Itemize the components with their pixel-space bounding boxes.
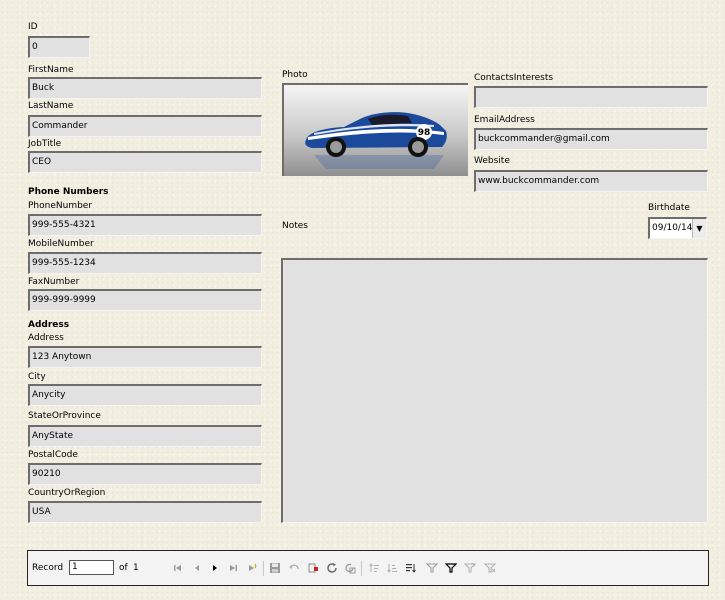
website-field[interactable]: www.buckcommander.com — [474, 170, 708, 192]
notes-label: Notes — [282, 221, 308, 231]
website-label: Website — [474, 156, 510, 166]
delete-record-icon[interactable] — [307, 562, 319, 574]
id-label: ID — [28, 22, 38, 32]
phone-numbers-heading: Phone Numbers — [28, 187, 109, 197]
birthdate-label: Birthdate — [648, 203, 690, 213]
autofilter-icon[interactable] — [426, 562, 438, 574]
sort-descending-icon[interactable] — [386, 562, 398, 574]
record-navigation-bar: Record 1 of 1 — [27, 550, 709, 586]
car-photo: 98 — [284, 85, 468, 176]
total-records: 1 — [133, 563, 139, 573]
address-label: Address — [28, 333, 64, 343]
refresh-icon[interactable] — [326, 562, 338, 574]
contactsinterests-field[interactable] — [474, 86, 708, 108]
faxnumber-label: FaxNumber — [28, 277, 80, 287]
stateorprovince-field[interactable]: AnyState — [28, 425, 262, 447]
last-record-icon[interactable] — [227, 562, 239, 574]
chevron-down-icon: ▼ — [696, 224, 703, 233]
photo-label: Photo — [282, 70, 308, 80]
mobilenumber-label: MobileNumber — [28, 239, 94, 249]
postalcode-field[interactable]: 90210 — [28, 463, 262, 485]
id-field[interactable]: 0 — [28, 36, 90, 58]
contactsinterests-label: ContactsInterests — [474, 73, 554, 83]
city-field[interactable]: Anycity — [28, 384, 262, 406]
countryorregion-label: CountryOrRegion — [28, 488, 106, 498]
new-record-icon[interactable] — [246, 562, 258, 574]
address-heading: Address — [28, 320, 70, 330]
apply-filter-icon[interactable] — [445, 562, 457, 574]
jobtitle-label: JobTitle — [28, 139, 62, 149]
car-number-text: 98 — [418, 128, 431, 138]
faxnumber-field[interactable]: 999-999-9999 — [28, 289, 262, 311]
address-field[interactable]: 123 Anytown — [28, 346, 262, 368]
postalcode-label: PostalCode — [28, 450, 78, 460]
firstname-label: FirstName — [28, 65, 74, 75]
jobtitle-field[interactable]: CEO — [28, 151, 262, 173]
phonenumber-field[interactable]: 999-555-4321 — [28, 214, 262, 236]
record-label: Record — [32, 563, 64, 573]
emailaddress-label: EmailAddress — [474, 115, 535, 125]
birthdate-value: 09/10/14 — [652, 223, 693, 233]
mobilenumber-field[interactable]: 999-555-1234 — [28, 252, 262, 274]
birthdate-dropdown-button[interactable]: ▼ — [692, 219, 706, 238]
previous-record-icon[interactable] — [191, 562, 203, 574]
lastname-field[interactable]: Commander — [28, 115, 262, 137]
birthdate-field[interactable]: 09/10/14 ▼ — [648, 217, 707, 239]
refresh-control-icon[interactable] — [344, 562, 356, 574]
emailaddress-field[interactable]: buckcommander@gmail.com — [474, 128, 708, 150]
next-record-icon[interactable] — [209, 562, 221, 574]
toolbar-separator — [361, 561, 362, 576]
countryorregion-field[interactable]: USA — [28, 501, 262, 523]
photo-image[interactable]: 98 — [282, 83, 468, 176]
toolbar-separator — [263, 561, 264, 576]
standard-filter-icon[interactable] — [464, 562, 476, 574]
lastname-label: LastName — [28, 101, 74, 111]
firstname-field[interactable]: Buck — [28, 77, 262, 99]
city-label: City — [28, 372, 46, 382]
record-number-input[interactable]: 1 — [69, 560, 114, 575]
of-label: of — [119, 563, 128, 573]
sort-icon[interactable] — [405, 562, 417, 574]
stateorprovince-label: StateOrProvince — [28, 411, 101, 421]
save-record-icon[interactable] — [269, 562, 281, 574]
sort-ascending-icon[interactable] — [368, 562, 380, 574]
notes-field[interactable] — [281, 258, 708, 523]
phonenumber-label: PhoneNumber — [28, 201, 93, 211]
reset-filter-icon[interactable] — [484, 562, 496, 574]
undo-icon[interactable] — [288, 562, 300, 574]
first-record-icon[interactable] — [172, 562, 184, 574]
